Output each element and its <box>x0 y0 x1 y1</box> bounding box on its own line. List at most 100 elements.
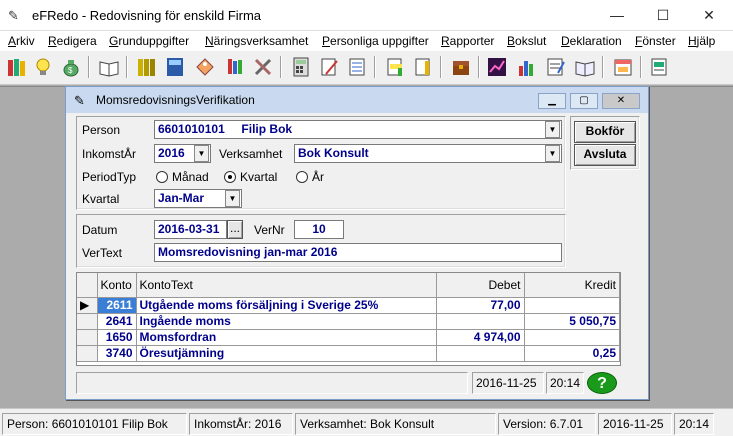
chevron-down-icon[interactable]: ▼ <box>194 145 209 162</box>
chevron-down-icon[interactable]: ▼ <box>225 190 240 207</box>
child-minimize-button[interactable]: ▁ <box>538 93 566 109</box>
cell-debet[interactable] <box>436 313 525 330</box>
col-header-konto[interactable]: Konto <box>97 273 137 298</box>
ledger-icon[interactable] <box>162 54 188 80</box>
menu-redigera[interactable]: Redigera <box>48 34 97 48</box>
radio-ar[interactable]: År <box>296 170 324 184</box>
status-bar: Person: 6601010101 Filip Bok InkomstÅr: … <box>0 408 733 436</box>
cell-kontotext[interactable]: Ingående moms <box>136 313 437 330</box>
calculator-icon[interactable] <box>288 54 314 80</box>
cell-kontotext[interactable]: Öresutjämning <box>136 345 437 362</box>
radio-kvartal[interactable]: Kvartal <box>224 170 277 184</box>
child-close-button[interactable]: ✕ <box>602 93 640 109</box>
child-status-time: 20:14 <box>546 372 584 394</box>
col-header-kontotext[interactable]: KontoText <box>136 273 437 298</box>
person-select[interactable]: 6601010101 Filip Bok <box>154 120 562 139</box>
cell-kredit[interactable]: 0,25 <box>524 345 620 362</box>
avsluta-button[interactable]: Avsluta <box>574 144 636 166</box>
toolbar: $ <box>0 51 733 85</box>
cell-konto[interactable]: 1650 <box>97 329 137 346</box>
tools-icon[interactable] <box>250 54 276 80</box>
inkomstar-label: InkomstÅr <box>82 147 137 161</box>
verksamhet-select[interactable]: Bok Konsult <box>294 144 562 163</box>
status-inkomstar: InkomstÅr: 2016 <box>189 413 293 435</box>
menu-grunduppgifter[interactable]: Grunduppgifter <box>109 34 189 48</box>
child-maximize-button[interactable]: ▢ <box>570 93 598 109</box>
table-row[interactable]: ▶ 2611 Utgående moms försäljning i Sveri… <box>77 297 620 314</box>
book-icon[interactable] <box>572 54 598 80</box>
cell-debet[interactable] <box>436 345 525 362</box>
cell-kredit[interactable] <box>524 329 620 346</box>
cell-konto[interactable]: 2641 <box>97 313 137 330</box>
cell-debet[interactable]: 4 974,00 <box>436 329 525 346</box>
person-label: Person <box>82 123 121 137</box>
table-row[interactable]: 3740 Öresutjämning 0,25 <box>77 345 620 362</box>
radio-manad[interactable]: Månad <box>156 170 209 184</box>
menu-deklaration[interactable]: Deklaration <box>561 34 622 48</box>
calendar-icon[interactable] <box>610 54 636 80</box>
highlight-document-icon[interactable] <box>382 54 408 80</box>
grid-header-row: Konto KontoText Debet Kredit <box>77 273 620 298</box>
chevron-down-icon[interactable]: ▼ <box>545 121 560 138</box>
menu-fonster[interactable]: Fönster <box>635 34 676 48</box>
periodtyp-label: PeriodTyp <box>82 170 137 184</box>
lightbulb-icon[interactable] <box>30 54 56 80</box>
pencils-icon[interactable] <box>222 54 248 80</box>
app-icon: ✎ <box>8 8 19 23</box>
col-header-debet[interactable]: Debet <box>436 273 525 298</box>
line-chart-icon[interactable] <box>484 54 510 80</box>
datum-input[interactable]: 2016-03-31 <box>154 220 227 239</box>
books-icon[interactable] <box>4 54 30 80</box>
status-person: Person: 6601010101 Filip Bok <box>2 413 187 435</box>
notepad-icon[interactable] <box>542 54 568 80</box>
col-header-kredit[interactable]: Kredit <box>524 273 620 298</box>
menu-bokslut[interactable]: Bokslut <box>507 34 546 48</box>
list-document-icon[interactable] <box>344 54 370 80</box>
title-bar: ✎ eFRedo - Redovisning för enskild Firma… <box>0 0 733 31</box>
menu-personliga-uppgifter[interactable]: Personliga uppgifter <box>322 34 429 48</box>
vertext-input[interactable]: Momsredovisning jan-mar 2016 <box>154 243 562 262</box>
bar-chart-icon[interactable] <box>514 54 540 80</box>
cell-konto[interactable]: 2611 <box>97 297 137 314</box>
vertext-label: VerText <box>82 246 123 260</box>
status-version: Version: 6.7.01 <box>498 413 596 435</box>
menu-naringsverksamhet[interactable]: Näringsverksamhet <box>205 34 308 48</box>
document-icon: ✎ <box>74 93 85 108</box>
tag-icon[interactable] <box>192 54 218 80</box>
child-title-bar: ✎ MomsredovisningsVerifikation ▁ ▢ ✕ <box>66 87 648 113</box>
datum-picker-button[interactable]: ... <box>227 220 243 239</box>
menu-rapporter[interactable]: Rapporter <box>441 34 494 48</box>
report-icon[interactable] <box>646 54 672 80</box>
cell-kredit[interactable] <box>524 297 620 314</box>
binders-icon[interactable] <box>134 54 160 80</box>
cell-kredit[interactable]: 5 050,75 <box>524 313 620 330</box>
status-verksamhet: Verksamhet: Bok Konsult <box>295 413 496 435</box>
close-button[interactable]: ✕ <box>686 0 732 31</box>
menu-hjalp[interactable]: Hjälp <box>688 34 715 48</box>
cell-debet[interactable]: 77,00 <box>436 297 525 314</box>
child-title: MomsredovisningsVerifikation <box>96 93 255 107</box>
table-row[interactable]: 2641 Ingående moms 5 050,75 <box>77 313 620 330</box>
bokfor-button[interactable]: Bokför <box>574 121 636 143</box>
menu-arkiv[interactable]: Arkiv <box>8 34 35 48</box>
kvartal-label: Kvartal <box>82 192 120 206</box>
chevron-down-icon[interactable]: ▼ <box>545 145 560 162</box>
child-status-date: 2016-11-25 <box>472 372 544 394</box>
person-value: 6601010101 Filip Bok <box>158 122 293 136</box>
pencil-document-icon[interactable] <box>410 54 436 80</box>
transactions-grid: Konto KontoText Debet Kredit ▶ 2611 Utgå… <box>76 272 621 366</box>
help-button[interactable]: ? <box>587 372 619 394</box>
vernr-input[interactable]: 10 <box>294 220 344 239</box>
edit-document-icon[interactable] <box>316 54 342 80</box>
cell-konto[interactable]: 3740 <box>97 345 137 362</box>
moneybag-icon[interactable]: $ <box>58 54 84 80</box>
vernr-label: VerNr <box>254 223 285 237</box>
table-row[interactable]: 1650 Momsfordran 4 974,00 <box>77 329 620 346</box>
cell-kontotext[interactable]: Momsfordran <box>136 329 437 346</box>
chest-icon[interactable] <box>448 54 474 80</box>
open-book-icon[interactable] <box>96 54 122 80</box>
maximize-button[interactable]: ☐ <box>640 0 686 31</box>
cell-kontotext[interactable]: Utgående moms försäljning i Sverige 25% <box>136 297 437 314</box>
question-icon: ? <box>587 372 617 394</box>
minimize-button[interactable]: — <box>594 0 640 31</box>
